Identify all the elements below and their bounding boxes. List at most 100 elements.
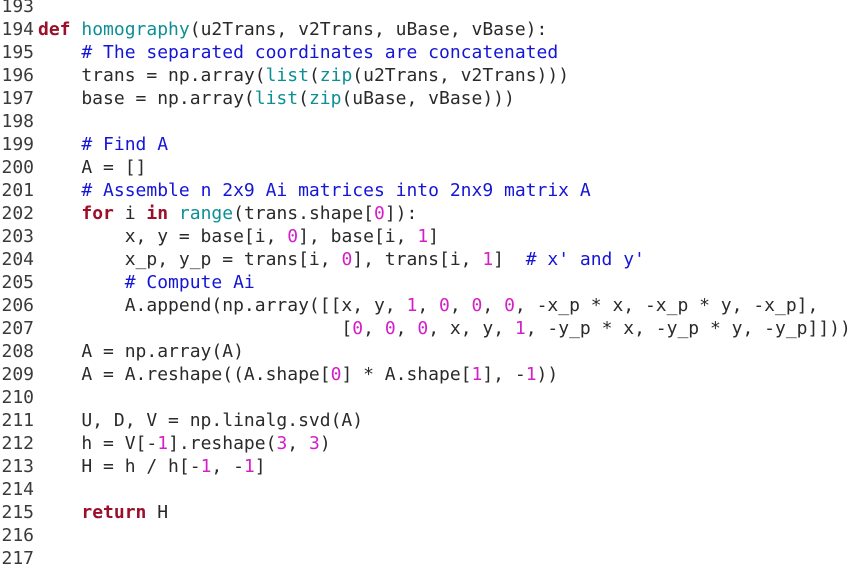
- code-line[interactable]: 212 h = V[-1].reshape(3, 3): [0, 432, 868, 455]
- code-token: ], -: [482, 364, 526, 385]
- line-number: 201: [1, 180, 34, 201]
- code-token: ] * A.shape[: [341, 364, 472, 385]
- code-line[interactable]: 202 for i in range(trans.shape[0]):: [0, 202, 868, 225]
- number-token: 1: [243, 456, 255, 477]
- code-token: ]):: [384, 203, 418, 224]
- code-token: [: [38, 318, 353, 339]
- code-token: ,: [449, 295, 472, 316]
- code-line[interactable]: 198: [0, 110, 868, 133]
- code-line[interactable]: 199 # Find A: [0, 133, 868, 156]
- code-line[interactable]: 205 # Compute Ai: [0, 271, 868, 294]
- code-token: trans = np.array(: [38, 65, 266, 86]
- code-token: H: [146, 502, 169, 523]
- builtin-token: range: [178, 203, 234, 224]
- code-line[interactable]: 209 A = A.reshape((A.shape[0] * A.shape[…: [0, 363, 868, 386]
- code-text: # The separated coordinates are concaten…: [34, 41, 558, 64]
- number-token: 0: [352, 318, 364, 339]
- number-token: 0: [330, 364, 342, 385]
- code-token: i: [113, 203, 147, 224]
- code-line[interactable]: 196 trans = np.array(list(zip(u2Trans, v…: [0, 64, 868, 87]
- line-number: 213: [1, 456, 34, 477]
- code-line[interactable]: 207 [0, 0, 0, x, y, 1, -y_p * x, -y_p * …: [0, 317, 868, 340]
- number-token: 1: [200, 456, 212, 477]
- line-number: 212: [1, 433, 34, 454]
- code-text: # Compute Ai: [34, 271, 255, 294]
- code-token: , -: [211, 456, 244, 477]
- code-token: ,: [482, 295, 505, 316]
- code-text: # Assemble n 2x9 Ai matrices into 2nx9 m…: [34, 179, 591, 202]
- code-line[interactable]: 204 x_p, y_p = trans[i, 0], trans[i, 1] …: [0, 248, 868, 271]
- code-line[interactable]: 194 def homography(u2Trans, v2Trans, uBas…: [0, 18, 868, 41]
- code-line[interactable]: 193: [0, 0, 868, 18]
- code-line[interactable]: 217: [0, 547, 868, 570]
- code-line[interactable]: 197 base = np.array(list(zip(uBase, vBas…: [0, 87, 868, 110]
- line-number: 196: [1, 65, 34, 86]
- code-token: ): [319, 433, 331, 454]
- line-number: 206: [1, 295, 34, 316]
- code-token: ,: [287, 433, 309, 454]
- keyword-token: in: [146, 203, 169, 224]
- line-number: 216: [1, 525, 34, 546]
- line-number: 211: [1, 410, 34, 431]
- keyword-token: for: [81, 203, 114, 224]
- comment-token: # Assemble n 2x9 Ai matrices into 2nx9 m…: [81, 180, 591, 201]
- line-number: 197: [1, 88, 34, 109]
- comment-token: # Find A: [81, 134, 169, 155]
- code-line[interactable]: 206 A.append(np.array([[x, y, 1, 0, 0, 0…: [0, 294, 868, 317]
- code-token: (: [298, 88, 309, 109]
- code-token: ].reshape(: [168, 433, 277, 454]
- line-number: 210: [1, 387, 34, 408]
- code-text: A = []: [34, 156, 146, 179]
- code-line[interactable]: 200 A = []: [0, 156, 868, 179]
- comment-token: # The separated coordinates are concaten…: [81, 42, 559, 63]
- code-token: (u2Trans, v2Trans, uBase, vBase):: [189, 19, 548, 40]
- code-line[interactable]: 211 U, D, V = np.linalg.svd(A): [0, 409, 868, 432]
- code-text: H = h / h[-1, -1]: [34, 455, 266, 478]
- line-number: 199: [1, 134, 34, 155]
- code-text: x_p, y_p = trans[i, 0], trans[i, 1] # x'…: [34, 248, 645, 271]
- line-number: 207: [1, 318, 34, 339]
- code-token: x_p, y_p = trans[i,: [38, 249, 342, 270]
- code-text: h = V[-1].reshape(3, 3): [34, 432, 331, 455]
- code-line[interactable]: 203 x, y = base[i, 0], base[i, 1]: [0, 225, 868, 248]
- line-number: 200: [1, 157, 34, 178]
- code-token: x, y = base[i,: [38, 226, 288, 247]
- code-token: ], trans[i,: [352, 249, 483, 270]
- code-line[interactable]: 195 # The separated coordinates are conc…: [0, 41, 868, 64]
- code-text: A = A.reshape((A.shape[0] * A.shape[ 1], …: [34, 363, 558, 386]
- code-text: A.append(np.array([[x, y, 1, 0, 0, 0, -x…: [34, 294, 819, 317]
- code-line[interactable]: 214: [0, 478, 868, 501]
- number-token: 1: [525, 364, 537, 385]
- code-token: ]: [254, 456, 266, 477]
- code-line[interactable]: 201 # Assemble n 2x9 Ai matrices into 2n…: [0, 179, 868, 202]
- line-number: 193: [1, 0, 34, 17]
- code-line[interactable]: 216: [0, 524, 868, 547]
- line-number: 217: [1, 548, 34, 569]
- code-token: base = np.array(: [38, 88, 255, 109]
- code-token: ]: [493, 249, 526, 270]
- code-token: U, D, V = np.linalg.svd(A): [38, 410, 364, 431]
- number-token: 0: [471, 295, 483, 316]
- code-token: A = np.array(A): [38, 341, 244, 362]
- code-token: A = A.reshape((A.shape[: [38, 364, 331, 385]
- code-token: (: [308, 65, 320, 86]
- code-line[interactable]: 213 H = h / h[-1, -1]: [0, 455, 868, 478]
- comment-token: # x' and y': [525, 249, 645, 270]
- number-token: 1: [157, 433, 169, 454]
- code-token: A.append(np.array([[x, y,: [38, 295, 407, 316]
- line-number: 205: [1, 272, 34, 293]
- builtin-token: zip: [308, 88, 342, 109]
- line-number: 194: [1, 19, 34, 40]
- code-editor[interactable]: 193 194 def homography(u2Trans, v2Trans, u…: [0, 0, 868, 570]
- code-line[interactable]: 215 return H: [0, 501, 868, 524]
- code-line[interactable]: 210: [0, 386, 868, 409]
- code-line[interactable]: 208 A = np.array(A): [0, 340, 868, 363]
